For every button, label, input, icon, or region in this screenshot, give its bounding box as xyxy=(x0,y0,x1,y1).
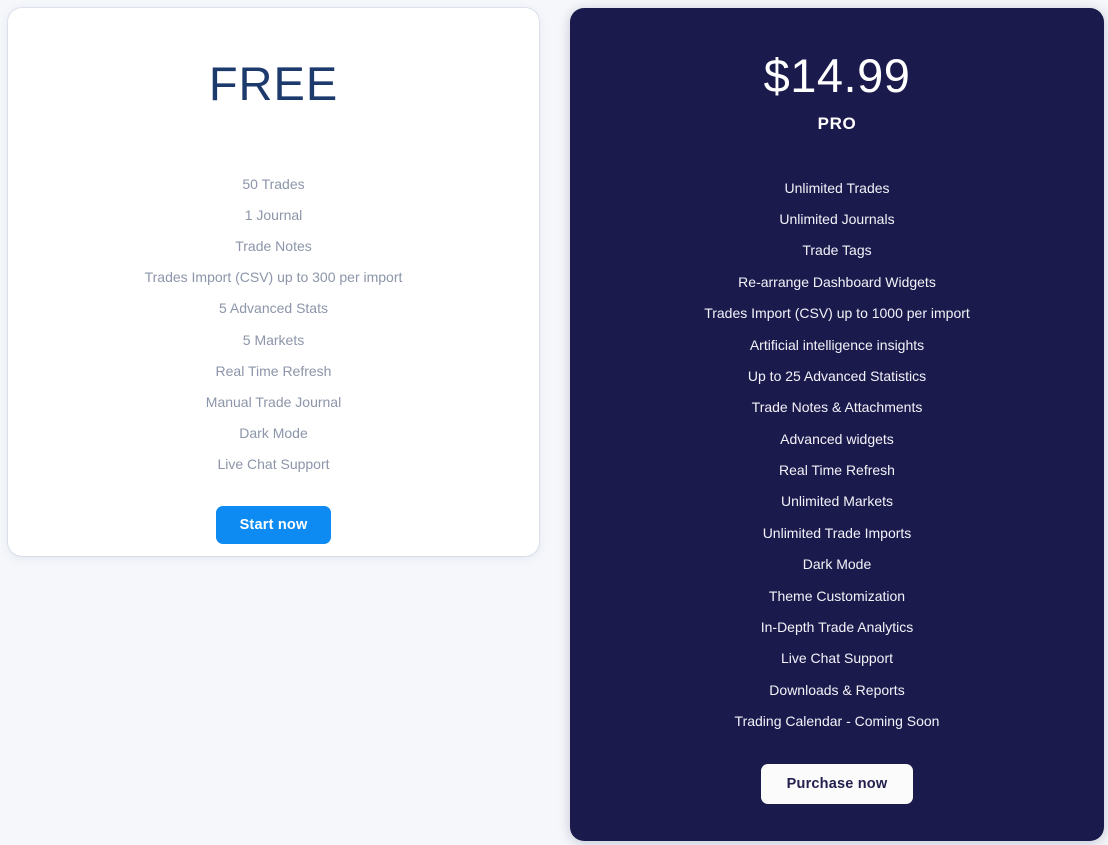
feature-item: In-Depth Trade Analytics xyxy=(760,618,914,635)
feature-item: Downloads & Reports xyxy=(769,681,905,698)
feature-item: Trade Notes xyxy=(235,237,312,254)
feature-item: Re-arrange Dashboard Widgets xyxy=(738,273,936,290)
feature-item: Trades Import (CSV) up to 300 per import xyxy=(144,269,403,286)
purchase-now-button[interactable]: Purchase now xyxy=(760,763,914,804)
feature-item: Unlimited Journals xyxy=(779,211,895,228)
feature-item: Theme Customization xyxy=(768,587,906,604)
feature-item: Live Chat Support xyxy=(780,650,894,667)
feature-item: 5 Advanced Stats xyxy=(219,300,328,317)
feature-item: 5 Markets xyxy=(242,331,305,348)
pricing-card-pro: $14.99 PRO Unlimited Trades Unlimited Jo… xyxy=(570,8,1104,841)
feature-item: Dark Mode xyxy=(239,425,308,442)
feature-item: Dark Mode xyxy=(802,556,872,573)
pricing-card-free: FREE 50 Trades 1 Journal Trade Notes Tra… xyxy=(8,8,539,556)
feature-item: 1 Journal xyxy=(244,206,303,223)
feature-item: Trading Calendar - Coming Soon xyxy=(734,713,940,730)
feature-item: Unlimited Markets xyxy=(780,493,894,510)
feature-item: Real Time Refresh xyxy=(779,462,895,479)
feature-item: Live Chat Support xyxy=(217,456,330,473)
feature-item: Advanced widgets xyxy=(780,430,894,447)
feature-item: Unlimited Trade Imports xyxy=(762,524,912,541)
feature-item: Artificial intelligence insights xyxy=(749,336,925,353)
feature-item: Trade Tags xyxy=(802,242,872,259)
plan-title-free: FREE xyxy=(208,57,339,110)
feature-item: Manual Trade Journal xyxy=(205,393,342,410)
feature-list-free: 50 Trades 1 Journal Trade Notes Trades I… xyxy=(8,168,539,480)
feature-item: 50 Trades xyxy=(242,175,305,192)
plan-price-pro: $14.99 xyxy=(763,49,911,102)
feature-item: Unlimited Trades xyxy=(784,179,890,196)
start-now-button[interactable]: Start now xyxy=(215,505,332,544)
feature-item: Trade Notes & Attachments xyxy=(751,399,923,416)
feature-item: Real Time Refresh xyxy=(215,362,332,379)
feature-item: Trades Import (CSV) up to 1000 per impor… xyxy=(704,305,970,322)
feature-item: Up to 25 Advanced Statistics xyxy=(747,367,927,384)
pricing-plans-container: FREE 50 Trades 1 Journal Trade Notes Tra… xyxy=(0,0,1108,845)
feature-list-pro: Unlimited Trades Unlimited Journals Trad… xyxy=(570,172,1104,737)
plan-title-pro: PRO xyxy=(817,114,857,133)
